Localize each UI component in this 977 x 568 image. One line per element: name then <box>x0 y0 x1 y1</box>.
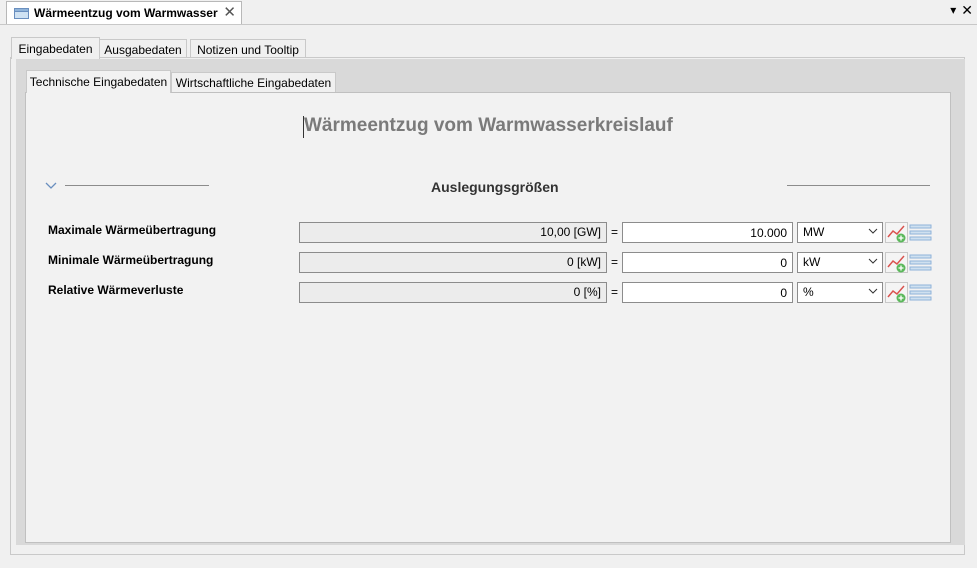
section-title: Auslegungsgrößen <box>431 179 559 195</box>
readonly-value-field: 0 [%] <box>299 282 607 303</box>
list-icon[interactable] <box>909 222 932 243</box>
unit-select-value: % <box>803 285 814 299</box>
equals-sign: = <box>611 285 619 299</box>
readonly-value-field: 10,00 [GW] <box>299 222 607 243</box>
close-icon[interactable]: ✕ <box>961 3 973 17</box>
unit-select[interactable]: % <box>797 282 883 303</box>
section-divider-left <box>65 185 209 186</box>
add-chart-icon[interactable] <box>885 282 908 303</box>
technische-eingabedaten-panel <box>25 92 951 543</box>
section-divider-right <box>787 185 930 186</box>
tab-label: Eingabedaten <box>18 41 93 56</box>
page-title[interactable]: Wärmeentzug vom Warmwasserkreislauf <box>304 115 673 137</box>
chevron-down-icon <box>868 288 878 294</box>
chevron-down-icon <box>868 258 878 264</box>
add-chart-icon[interactable] <box>885 252 908 273</box>
window-icon <box>14 7 29 19</box>
tab-label: Ausgabedaten <box>104 42 182 57</box>
chevron-down-icon[interactable]: ▾ <box>950 3 956 17</box>
close-icon[interactable]: ✕ <box>223 5 236 20</box>
unit-select[interactable]: MW <box>797 222 883 243</box>
tab-eingabedaten[interactable]: Eingabedaten <box>11 37 100 59</box>
document-tab-strip: Wärmeentzug vom Warmwasser ✕ ▾ ✕ <box>0 0 977 25</box>
equals-sign: = <box>611 255 619 269</box>
unit-select[interactable]: kW <box>797 252 883 273</box>
chevron-down-icon[interactable] <box>44 178 58 192</box>
chevron-down-icon <box>868 228 878 234</box>
row-label-maximale-waermeuebertragung: Maximale Wärmeübertragung <box>48 223 217 237</box>
value-input[interactable] <box>622 252 793 273</box>
value-input[interactable] <box>622 282 793 303</box>
unit-select-value: kW <box>803 255 821 269</box>
equals-sign: = <box>611 225 619 239</box>
tab-label: Notizen und Tooltip <box>197 42 299 57</box>
list-icon[interactable] <box>909 252 932 273</box>
subtab-technische-eingabedaten[interactable]: Technische Eingabedaten <box>26 70 171 93</box>
add-chart-icon[interactable] <box>885 222 908 243</box>
unit-select-value: MW <box>803 225 825 239</box>
readonly-value-field: 0 [kW] <box>299 252 607 273</box>
document-tab[interactable]: Wärmeentzug vom Warmwasser ✕ <box>6 1 242 24</box>
subtab-wirtschaftliche-eingabedaten[interactable]: Wirtschaftliche Eingabedaten <box>171 72 336 93</box>
value-input[interactable] <box>622 222 793 243</box>
list-icon[interactable] <box>909 282 932 303</box>
document-tab-title: Wärmeentzug vom Warmwasser <box>34 6 218 20</box>
subtab-label: Technische Eingabedaten <box>29 75 168 89</box>
row-label-minimale-waermeuebertragung: Minimale Wärmeübertragung <box>48 253 214 267</box>
row-label-relative-waermeverluste: Relative Wärmeverluste <box>48 283 184 297</box>
subtab-label: Wirtschaftliche Eingabedaten <box>175 75 332 90</box>
